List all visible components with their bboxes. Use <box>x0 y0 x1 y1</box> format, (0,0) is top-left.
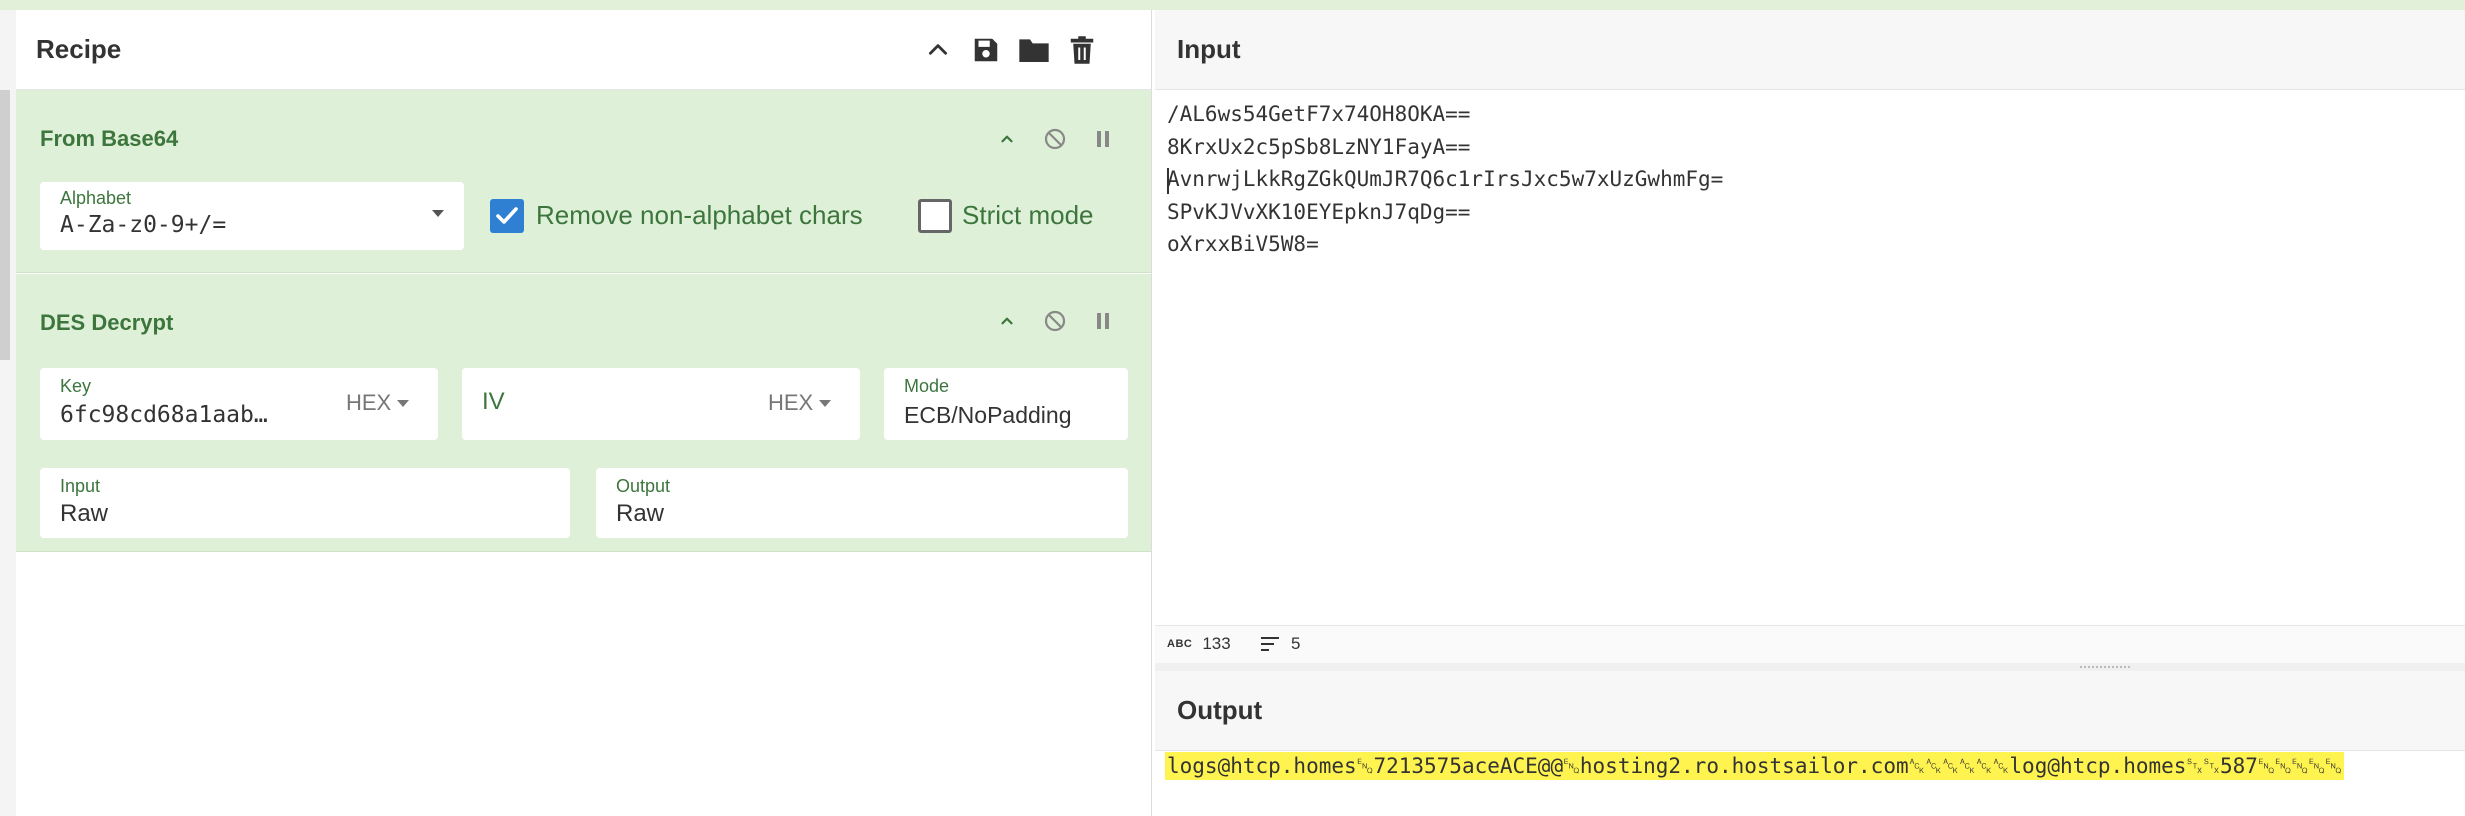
input-line: oXrxxBiV5W8= <box>1167 232 1319 256</box>
checkmark-icon <box>496 207 518 224</box>
alphabet-value: A-Za-z0-9+/= <box>60 212 227 238</box>
input-line: SPvKJVvXK10EYEpknJ7qDg== <box>1167 199 1471 224</box>
chevron-down-icon <box>397 399 410 407</box>
iv-format-dropdown[interactable]: HEX <box>768 390 832 416</box>
op-title: DES Decrypt <box>40 310 174 335</box>
remove-nonalpha-label: Remove non-alphabet chars <box>536 200 863 230</box>
disable-icon[interactable] <box>1040 124 1070 154</box>
iv-format-label: HEX <box>768 390 814 415</box>
op-from-base64: From Base64 Alphabet A-Za-z0-9+/= Remove… <box>16 90 1151 273</box>
save-icon[interactable] <box>968 32 1004 68</box>
mode-value: ECB/NoPadding <box>904 402 1072 428</box>
input-status-bar: ABC 133 5 <box>1155 625 2465 663</box>
key-value: 6fc98cd68a1aab… <box>60 402 268 428</box>
strict-mode-checkbox[interactable] <box>918 199 952 233</box>
text-cursor <box>1167 168 1169 194</box>
top-strip <box>0 0 2465 10</box>
iv-label: IV <box>482 388 505 415</box>
chevron-up-icon[interactable] <box>992 306 1022 336</box>
input-line: 8KrxUx2c5pSb8LzNY1FayA== <box>1167 134 1471 159</box>
char-count: ABC 133 <box>1167 634 1231 654</box>
recipe-header: Recipe <box>16 10 1151 90</box>
recipe-content: Recipe From Base64 Alphabet A-Za-z0-9+/=… <box>16 10 1152 816</box>
key-format-dropdown[interactable]: HEX <box>346 390 410 416</box>
input-line: AvnrwjLkkRgZGkQUmJR7Q6c1rIrsJxc5w7xUzGwh… <box>1167 167 1724 191</box>
output-text[interactable]: logs@htcp.homes␅7213575aceACE@@␅hosting2… <box>1165 752 2344 780</box>
output-format-value: Raw <box>616 500 665 527</box>
op-title: From Base64 <box>40 126 179 151</box>
io-panel: Input /AL6ws54GetF7x74OH8OKA== 8KrxUx2c5p… <box>1155 10 2465 816</box>
chevron-up-icon[interactable] <box>992 124 1022 154</box>
pause-icon[interactable] <box>1088 124 1118 154</box>
line-count-value: 5 <box>1291 634 1301 653</box>
disable-icon[interactable] <box>1040 306 1070 336</box>
iv-field[interactable]: IV HEX <box>462 368 860 440</box>
lines-icon <box>1261 637 1279 651</box>
output-format-label: Output <box>616 476 671 496</box>
chevron-down-icon <box>432 210 444 217</box>
folder-icon[interactable] <box>1016 32 1052 68</box>
mode-label: Mode <box>904 376 950 396</box>
input-title: Input <box>1177 34 1241 64</box>
line-count: 5 <box>1261 634 1300 654</box>
chevron-down-icon <box>819 399 832 407</box>
strict-mode-label: Strict mode <box>962 200 1094 230</box>
resize-handle[interactable] <box>2080 666 2130 668</box>
key-field[interactable]: Key 6fc98cd68a1aab… HEX <box>40 368 438 440</box>
input-header: Input <box>1155 10 2465 90</box>
input-line: /AL6ws54GetF7x74OH8OKA== <box>1167 102 1471 126</box>
op-des-decrypt: DES Decrypt Key 6fc98cd68a1aab… HEX IV H… <box>16 274 1151 552</box>
output-title: Output <box>1177 695 1263 725</box>
remove-nonalpha-checkbox[interactable] <box>490 199 524 233</box>
chevron-up-icon[interactable] <box>920 32 956 68</box>
io-divider[interactable] <box>1155 663 2465 671</box>
recipe-panel: Recipe From Base64 Alphabet A-Za-z0-9+/=… <box>0 10 1152 816</box>
recipe-title: Recipe <box>36 34 122 64</box>
char-count-value: 133 <box>1202 634 1231 653</box>
input-format-value: Raw <box>60 500 109 527</box>
output-format-select[interactable]: Output Raw <box>596 468 1128 538</box>
input-textarea[interactable]: /AL6ws54GetF7x74OH8OKA== 8KrxUx2c5pSb8LzN… <box>1167 98 1723 261</box>
alphabet-label: Alphabet <box>60 188 132 208</box>
pause-icon[interactable] <box>1088 306 1118 336</box>
input-format-select[interactable]: Input Raw <box>40 468 570 538</box>
mode-select[interactable]: Mode ECB/NoPadding <box>884 368 1128 440</box>
abc-icon: ABC <box>1167 638 1193 650</box>
side-scrollbar[interactable] <box>0 90 10 360</box>
output-header: Output <box>1155 671 2465 751</box>
key-format-label: HEX <box>346 390 392 415</box>
key-label: Key <box>60 376 92 396</box>
input-format-label: Input <box>60 476 101 496</box>
alphabet-select[interactable]: Alphabet A-Za-z0-9+/= <box>40 182 464 250</box>
trash-icon[interactable] <box>1064 32 1100 68</box>
